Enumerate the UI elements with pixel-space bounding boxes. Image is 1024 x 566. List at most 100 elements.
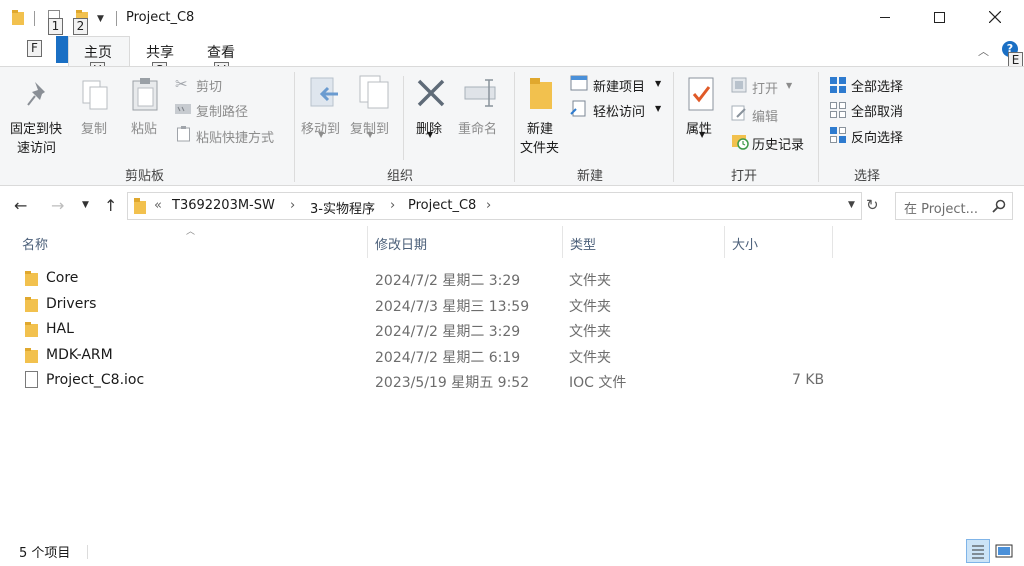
item-count: 5 个项目 — [19, 546, 71, 561]
details-view-button[interactable] — [966, 539, 990, 563]
paste-button[interactable]: 粘贴 — [131, 118, 157, 137]
copy-to-icon — [359, 75, 389, 109]
edit-button[interactable]: 编辑 — [752, 106, 778, 125]
tab-home[interactable]: 主页 — [84, 42, 112, 62]
file-type: 文件夹 — [569, 350, 611, 366]
group-separator — [818, 72, 819, 182]
new-folder-label-1[interactable]: 新建 — [527, 118, 553, 137]
details-view-icon — [972, 545, 984, 559]
file-type: 文件夹 — [569, 299, 611, 315]
address-bar[interactable]: « T3692203M-SW › 3-实物程序 › Project_C8 › ▼ — [127, 192, 862, 220]
search-placeholder: 在 Project... — [904, 202, 979, 217]
minimize-button[interactable] — [862, 0, 908, 34]
select-all-icon — [830, 77, 846, 93]
history-button[interactable]: 历史记录 — [752, 134, 804, 153]
file-modified: 2023/5/19 星期五 9:52 — [375, 375, 530, 391]
column-divider[interactable] — [367, 226, 368, 258]
column-divider[interactable] — [724, 226, 725, 258]
column-header-size[interactable]: 大小 — [732, 234, 758, 253]
search-box[interactable]: 在 Project... — [895, 192, 1013, 220]
copy-path-icon — [175, 104, 191, 114]
address-dropdown-icon[interactable]: ▼ — [848, 200, 855, 210]
invert-selection-button[interactable]: 反向选择 — [851, 127, 903, 146]
copy-button[interactable]: 复制 — [81, 118, 107, 137]
file-modified: 2024/7/3 星期三 13:59 — [375, 299, 530, 315]
easy-access-icon — [570, 100, 586, 117]
file-tab[interactable] — [56, 36, 68, 63]
file-size: 7 KB — [792, 372, 825, 388]
file-row[interactable]: Drivers 2024/7/3 星期三 13:59 文件夹 — [16, 292, 836, 317]
history-icon — [732, 135, 749, 150]
group-separator — [673, 72, 674, 182]
file-type: 文件夹 — [569, 324, 611, 340]
collapse-ribbon-icon[interactable]: ︿ — [978, 43, 989, 59]
rename-icon — [464, 79, 496, 107]
large-icons-view-icon[interactable] — [994, 542, 1014, 560]
separator — [87, 545, 88, 559]
new-item-button[interactable]: 新建项目 — [593, 76, 645, 95]
invert-selection-icon — [830, 127, 846, 143]
open-button[interactable]: 打开 — [752, 78, 778, 97]
file-row[interactable]: Core 2024/7/2 星期二 3:29 文件夹 — [16, 266, 836, 291]
file-modified: 2024/7/2 星期二 3:29 — [375, 273, 521, 289]
breadcrumb-separator-icon[interactable]: › — [290, 198, 295, 213]
file-row[interactable]: HAL 2024/7/2 星期二 3:29 文件夹 — [16, 317, 836, 342]
up-arrow-icon[interactable]: ↑ — [104, 196, 117, 215]
file-row[interactable]: Project_C8.ioc 2023/5/19 星期五 9:52 IOC 文件… — [16, 368, 836, 393]
copy-path-button[interactable]: 复制路径 — [196, 101, 248, 120]
breadcrumb-item[interactable]: 3-实物程序 — [310, 198, 375, 217]
select-none-icon — [830, 102, 846, 118]
folder-icon — [25, 297, 38, 312]
close-icon — [989, 11, 1001, 23]
file-name: Drivers — [46, 296, 97, 312]
chevron-down-icon[interactable]: ▼ — [97, 14, 104, 24]
chevron-down-icon: ▼ — [655, 79, 662, 88]
properties-icon — [688, 77, 714, 111]
chevron-down-icon: ▼ — [427, 130, 434, 139]
move-to-icon — [310, 77, 338, 107]
easy-access-button[interactable]: 轻松访问 — [593, 101, 645, 120]
folder-icon — [25, 271, 38, 286]
breadcrumb-item[interactable]: Project_C8 — [408, 198, 476, 213]
chevron-down-icon: ▼ — [699, 130, 706, 139]
maximize-button[interactable] — [916, 0, 962, 34]
paste-icon — [132, 78, 158, 111]
select-all-button[interactable]: 全部选择 — [851, 76, 903, 95]
file-row[interactable]: MDK-ARM 2024/7/2 星期二 6:19 文件夹 — [16, 343, 836, 368]
tab-view[interactable]: 查看 — [207, 42, 235, 62]
maximize-icon — [933, 11, 945, 23]
pin-quick-access-label-1[interactable]: 固定到快 — [10, 118, 62, 137]
copy-icon — [82, 80, 108, 110]
breadcrumb-item[interactable]: T3692203M-SW — [172, 198, 275, 213]
back-arrow-icon[interactable]: ← — [14, 196, 27, 215]
group-label-open: 打开 — [731, 169, 758, 184]
file-icon — [25, 371, 38, 388]
file-name: HAL — [46, 321, 74, 337]
column-header-name[interactable]: 名称 — [22, 234, 48, 253]
new-item-icon — [570, 75, 588, 91]
window-title: Project_C8 — [126, 10, 195, 25]
column-divider[interactable] — [832, 226, 833, 258]
chevron-down-icon: ▼ — [318, 130, 325, 139]
paste-shortcut-button[interactable]: 粘贴快捷方式 — [196, 127, 274, 146]
rename-button[interactable]: 重命名 — [458, 118, 497, 137]
cut-button[interactable]: 剪切 — [196, 76, 222, 95]
tab-share[interactable]: 共享 — [146, 42, 174, 62]
forward-arrow-icon[interactable]: → — [51, 196, 64, 215]
pin-quick-access-label-2[interactable]: 速访问 — [17, 137, 56, 156]
file-type: IOC 文件 — [569, 375, 627, 391]
recent-locations-icon[interactable]: ▼ — [82, 200, 89, 210]
refresh-icon[interactable]: ↻ — [866, 196, 879, 214]
file-modified: 2024/7/2 星期二 6:19 — [375, 350, 521, 366]
close-button[interactable] — [972, 0, 1018, 34]
select-none-button[interactable]: 全部取消 — [851, 101, 903, 120]
column-header-type[interactable]: 类型 — [570, 234, 596, 253]
column-divider[interactable] — [562, 226, 563, 258]
new-folder-label-2[interactable]: 文件夹 — [520, 137, 559, 156]
breadcrumb-overflow[interactable]: « — [154, 198, 162, 213]
breadcrumb-separator-icon[interactable]: › — [390, 198, 395, 213]
search-icon[interactable] — [992, 199, 1006, 213]
chevron-down-icon: ▼ — [367, 130, 374, 139]
breadcrumb-separator-icon[interactable]: › — [486, 198, 491, 213]
column-header-modified[interactable]: 修改日期 — [375, 234, 427, 253]
